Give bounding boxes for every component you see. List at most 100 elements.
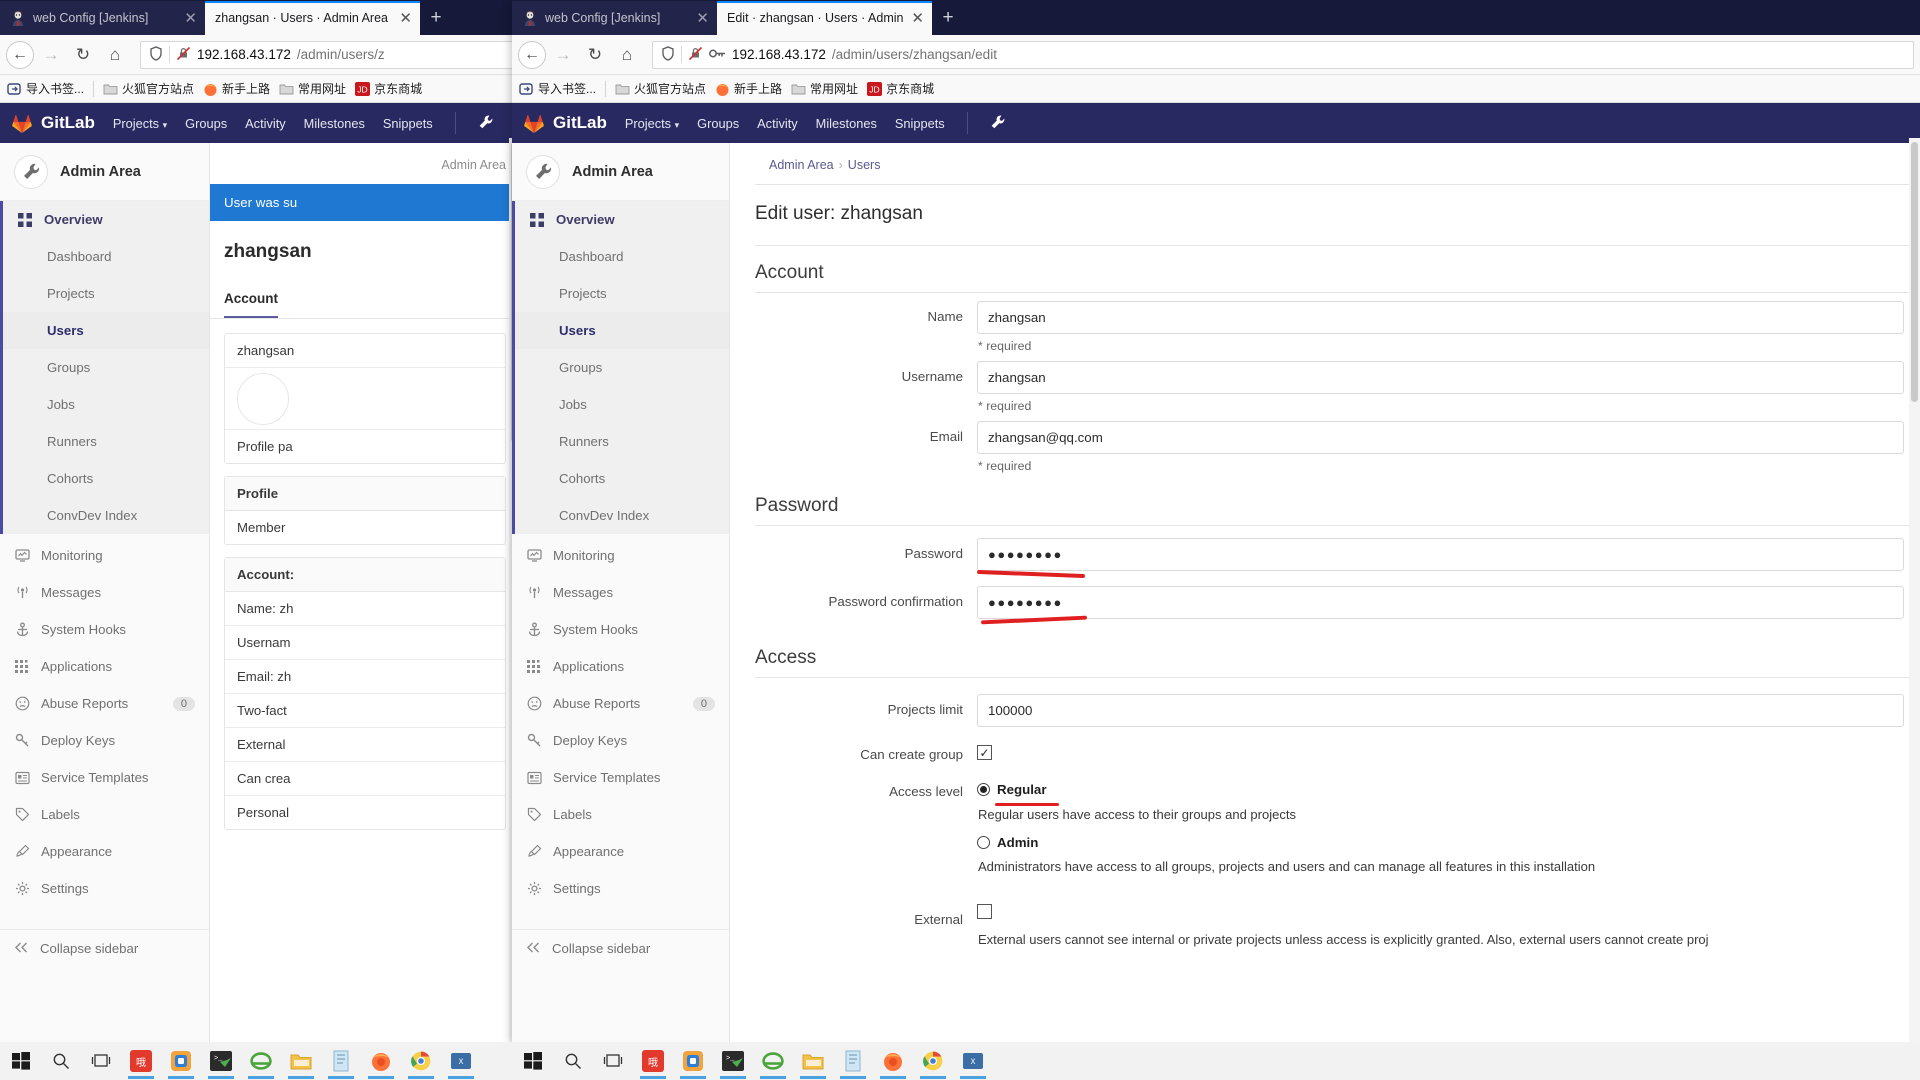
sidebar-item-service-templates[interactable]: Service Templates — [0, 759, 209, 796]
sidebar-item-overview[interactable]: Overview — [3, 201, 209, 238]
tab-account-left[interactable]: Account — [224, 279, 278, 318]
sidebar-item-users[interactable]: Users — [515, 312, 729, 349]
sidebar-item-settings[interactable]: Settings — [0, 870, 209, 907]
sidebar-item-system-hooks[interactable]: System Hooks — [0, 611, 209, 648]
nav-snippets[interactable]: Snippets — [895, 116, 945, 131]
sidebar-item-projects[interactable]: Projects — [515, 275, 729, 312]
nav-projects[interactable]: Projects ▾ — [113, 116, 167, 131]
notepad-icon[interactable] — [834, 1042, 872, 1080]
notepad-icon[interactable] — [322, 1042, 360, 1080]
sidebar-item-service-templates[interactable]: Service Templates — [512, 759, 729, 796]
tab-zhangsan-users-admin-left[interactable]: zhangsan · Users · Admin Area · G ✕ — [205, 1, 420, 35]
sidebar-item-monitoring[interactable]: Monitoring — [0, 537, 209, 574]
bookmark-newbie[interactable]: 新手上路 — [203, 80, 270, 97]
windows-start-icon[interactable] — [514, 1042, 552, 1080]
sidebar-item-deploy-keys[interactable]: Deploy Keys — [0, 722, 209, 759]
reload-button[interactable]: ↻ — [68, 40, 98, 70]
sidebar-item-settings[interactable]: Settings — [512, 870, 729, 907]
sidebar-item-system-hooks[interactable]: System Hooks — [512, 611, 729, 648]
access-level-option-regular[interactable]: Regular — [977, 776, 1904, 797]
vmware-icon[interactable] — [162, 1042, 200, 1080]
forward-button[interactable]: → — [36, 40, 66, 70]
sidebar-item-applications[interactable]: Applications — [512, 648, 729, 685]
new-tab-button[interactable]: + — [420, 1, 452, 35]
password-input[interactable]: ●●●●●●●● — [977, 538, 1904, 571]
nav-milestones[interactable]: Milestones — [304, 116, 365, 131]
sidebar-item-runners[interactable]: Runners — [515, 423, 729, 460]
sidebar-item-convdev-index[interactable]: ConvDev Index — [515, 497, 729, 534]
editplus-icon[interactable]: >_ — [714, 1042, 752, 1080]
vmware-icon[interactable] — [674, 1042, 712, 1080]
bookmark-firefox-official[interactable]: 火狐官方站点 — [615, 80, 706, 97]
sidebar-item-projects[interactable]: Projects — [3, 275, 209, 312]
sidebar-item-convdev-index[interactable]: ConvDev Index — [3, 497, 209, 534]
address-bar-left[interactable]: 192.168.43.172/admin/users/z — [140, 40, 514, 69]
task-view-icon[interactable] — [82, 1042, 120, 1080]
shield-icon[interactable] — [661, 45, 675, 64]
back-button[interactable]: ← — [518, 40, 546, 69]
search-icon[interactable] — [42, 1042, 80, 1080]
sidebar-item-overview[interactable]: Overview — [515, 201, 729, 238]
insecure-lock-icon[interactable] — [176, 46, 191, 64]
close-icon[interactable]: ✕ — [184, 11, 197, 26]
sidebar-item-appearance[interactable]: Appearance — [0, 833, 209, 870]
sidebar-item-groups[interactable]: Groups — [3, 349, 209, 386]
sidebar-item-appearance[interactable]: Appearance — [512, 833, 729, 870]
address-bar-right[interactable]: 192.168.43.172/admin/users/zhangsan/edit — [652, 40, 1914, 69]
home-button[interactable]: ⌂ — [612, 40, 642, 70]
nav-activity[interactable]: Activity — [757, 116, 798, 131]
new-tab-button[interactable]: + — [932, 1, 964, 35]
projects-limit-input[interactable]: 100000 — [977, 694, 1904, 727]
sidebar-item-labels[interactable]: Labels — [512, 796, 729, 833]
nav-projects[interactable]: Projects ▾ — [625, 116, 679, 131]
breadcrumb-users[interactable]: Users — [848, 158, 881, 172]
sidebar-item-dashboard[interactable]: Dashboard — [515, 238, 729, 275]
home-button[interactable]: ⌂ — [100, 40, 130, 70]
sidebar-item-abuse-reports[interactable]: Abuse Reports 0 — [512, 685, 729, 722]
task-view-icon[interactable] — [594, 1042, 632, 1080]
sidebar-item-messages[interactable]: Messages — [0, 574, 209, 611]
chrome-icon[interactable] — [914, 1042, 952, 1080]
nav-milestones[interactable]: Milestones — [816, 116, 877, 131]
sidebar-item-applications[interactable]: Applications — [0, 648, 209, 685]
sidebar-item-abuse-reports[interactable]: Abuse Reports 0 — [0, 685, 209, 722]
bookmark-newbie[interactable]: 新手上路 — [715, 80, 782, 97]
sidebar-item-cohorts[interactable]: Cohorts — [3, 460, 209, 497]
username-input[interactable]: zhangsan — [977, 361, 1904, 394]
ie-icon[interactable] — [242, 1042, 280, 1080]
close-icon[interactable]: ✕ — [696, 11, 709, 26]
access-level-option-admin[interactable]: Admin — [977, 822, 1904, 850]
xshell-icon[interactable]: X — [442, 1042, 480, 1080]
tab-web-config-jenkins-right[interactable]: web Config [Jenkins] ✕ — [512, 1, 717, 35]
sidebar-item-labels[interactable]: Labels — [0, 796, 209, 833]
password-confirmation-input[interactable]: ●●●●●●●● — [977, 586, 1904, 619]
nav-snippets[interactable]: Snippets — [383, 116, 433, 131]
sidebar-item-users[interactable]: Users — [3, 312, 209, 349]
collapse-sidebar-button-right[interactable]: Collapse sidebar — [512, 929, 729, 967]
wps-icon[interactable]: 哦 — [122, 1042, 160, 1080]
tab-edit-zhangsan-right[interactable]: Edit · zhangsan · Users · Admin A ✕ — [717, 1, 932, 35]
gitlab-logo[interactable]: GitLab — [522, 112, 607, 134]
wps-icon[interactable]: 哦 — [634, 1042, 672, 1080]
page-scrollbar-right[interactable] — [1909, 138, 1920, 1042]
bookmark-jd[interactable]: JD 京东商城 — [867, 80, 934, 97]
breadcrumb-admin-area[interactable]: Admin Area — [769, 158, 834, 172]
close-icon[interactable]: ✕ — [911, 11, 924, 26]
reload-button[interactable]: ↻ — [580, 40, 610, 70]
sidebar-item-jobs[interactable]: Jobs — [3, 386, 209, 423]
sidebar-item-jobs[interactable]: Jobs — [515, 386, 729, 423]
bookmark-common-sites[interactable]: 常用网址 — [279, 80, 346, 97]
ie-icon[interactable] — [754, 1042, 792, 1080]
admin-area-context-left[interactable]: Admin Area — [0, 143, 209, 201]
name-input[interactable]: zhangsan — [977, 301, 1904, 334]
insecure-lock-icon[interactable] — [688, 46, 703, 64]
sidebar-item-dashboard[interactable]: Dashboard — [3, 238, 209, 275]
nav-groups[interactable]: Groups — [697, 116, 739, 131]
bookmark-import[interactable]: 导入书签... — [7, 80, 84, 97]
windows-start-icon[interactable] — [2, 1042, 40, 1080]
search-icon[interactable] — [554, 1042, 592, 1080]
xshell-icon[interactable]: X — [954, 1042, 992, 1080]
tab-web-config-jenkins-left[interactable]: web Config [Jenkins] ✕ — [0, 1, 205, 35]
sidebar-item-cohorts[interactable]: Cohorts — [515, 460, 729, 497]
bookmark-jd[interactable]: JD 京东商城 — [355, 80, 422, 97]
